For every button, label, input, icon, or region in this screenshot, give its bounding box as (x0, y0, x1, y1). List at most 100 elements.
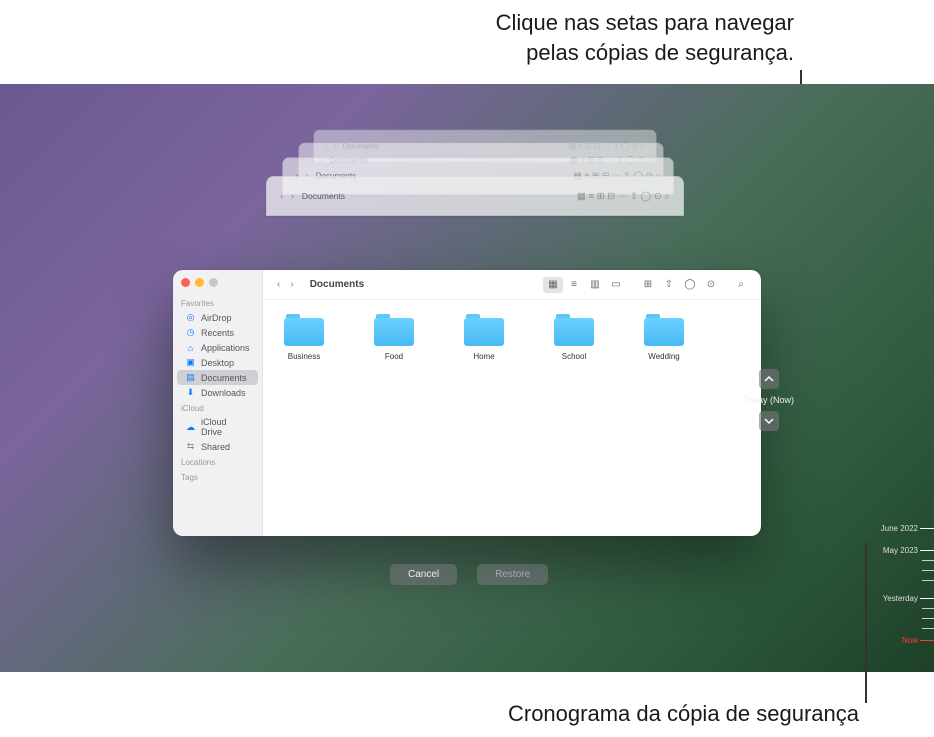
nav-back-button[interactable]: ‹ (273, 277, 284, 292)
sidebar-item-label: Recents (201, 328, 234, 338)
callout-top-arrows: Clique nas setas para navegar pelas cópi… (496, 8, 794, 67)
sidebar-header-tags: Tags (173, 469, 262, 484)
sidebar-header-icloud: iCloud (173, 400, 262, 415)
timeline-tick (922, 608, 934, 609)
timeline-tick (920, 550, 934, 551)
folder-label: Wedding (648, 352, 679, 361)
timeline-tick (922, 618, 934, 619)
sidebar-item-label: Applications (201, 343, 250, 353)
folder-wedding[interactable]: Wedding (635, 314, 693, 361)
sidebar-item-label: iCloud Drive (201, 417, 250, 437)
close-icon[interactable] (181, 278, 190, 287)
apps-icon: ⌂ (185, 342, 196, 353)
timeline-label: Yesterday (883, 594, 918, 603)
sidebar-item-documents[interactable]: ▤ Documents (177, 370, 258, 385)
column-view-button[interactable]: ▥ (585, 277, 605, 293)
timeline-tick (920, 528, 934, 529)
restore-button[interactable]: Restore (477, 564, 548, 585)
sidebar-item-label: AirDrop (201, 313, 232, 323)
timeline-tick (920, 598, 934, 599)
timeline-tick-now (920, 640, 934, 641)
sidebar-item-applications[interactable]: ⌂ Applications (177, 340, 258, 355)
tag-button[interactable]: ◯ (680, 277, 700, 293)
sidebar-item-downloads[interactable]: ⬇ Downloads (177, 385, 258, 400)
callout-text: Clique nas setas para navegar (496, 8, 794, 38)
icon-view-button[interactable]: ▦ (543, 277, 563, 293)
current-backup-label: Today (Now) (743, 395, 794, 405)
timeline-tick (922, 580, 934, 581)
share-button[interactable]: ⇧ (659, 277, 679, 293)
folder-label: Business (288, 352, 320, 361)
action-buttons: ⊞ ⇧ ◯ ⊙ (636, 275, 723, 295)
cancel-button[interactable]: Cancel (390, 564, 457, 585)
callout-text: pelas cópias de segurança. (496, 38, 794, 68)
callout-leader-line (865, 543, 867, 703)
sidebar-header-favorites: Favorites (173, 295, 262, 310)
folder-home[interactable]: Home (455, 314, 513, 361)
finder-window: Favorites ◎ AirDrop ◷ Recents ⌂ Applicat… (173, 270, 761, 536)
callout-bottom-timeline: Cronograma da cópia de segurança (508, 701, 859, 727)
sidebar-item-label: Documents (201, 373, 247, 383)
sidebar-item-desktop[interactable]: ▣ Desktop (177, 355, 258, 370)
finder-main-pane: ‹ › Documents ▦ ≡ ▥ ▭ ⊞ ⇧ ◯ ⊙ ⌕ (263, 270, 761, 536)
nav-up-arrow[interactable] (759, 369, 779, 389)
dialog-actions: Cancel Restore (390, 564, 548, 585)
airdrop-icon: ◎ (185, 312, 196, 323)
zoom-icon[interactable] (209, 278, 218, 287)
timeline-tick (922, 570, 934, 571)
time-machine-desktop: ‹ › Documents ▦ ≡ ⊞ ⊟ ⋯ ⇧ ◯ ⊙ ⌕ ‹ › Docu… (0, 84, 934, 672)
nav-down-arrow[interactable] (759, 411, 779, 431)
more-button[interactable]: ⊙ (701, 277, 721, 293)
timeline-tick (922, 628, 934, 629)
timeline-label: May 2023 (883, 546, 918, 555)
finder-toolbar: ‹ › Documents ▦ ≡ ▥ ▭ ⊞ ⇧ ◯ ⊙ ⌕ (263, 270, 761, 300)
folder-food[interactable]: Food (365, 314, 423, 361)
nav-forward-button[interactable]: › (286, 277, 297, 292)
minimize-icon[interactable] (195, 278, 204, 287)
clock-icon: ◷ (185, 327, 196, 338)
sidebar-item-icloud-drive[interactable]: ☁ iCloud Drive (177, 415, 258, 439)
sidebar-item-label: Shared (201, 442, 230, 452)
ghost-title: Documents (302, 191, 345, 201)
folder-icon (374, 314, 414, 346)
timeline-tick (922, 560, 934, 561)
window-traffic-lights (173, 278, 262, 295)
finder-content[interactable]: Business Food Home School Wedding (263, 300, 761, 536)
folder-label: Home (473, 352, 494, 361)
sidebar-item-airdrop[interactable]: ◎ AirDrop (177, 310, 258, 325)
folder-icon (554, 314, 594, 346)
backup-nav-arrows: Today (Now) (743, 369, 794, 431)
folder-business[interactable]: Business (275, 314, 333, 361)
sidebar-item-recents[interactable]: ◷ Recents (177, 325, 258, 340)
sidebar-header-locations: Locations (173, 454, 262, 469)
chevron-left-icon: ‹ (280, 191, 283, 201)
group-by-button[interactable]: ⊞ (638, 277, 658, 293)
folder-label: Food (385, 352, 403, 361)
search-button[interactable]: ⌕ (731, 277, 751, 293)
gallery-view-button[interactable]: ▭ (606, 277, 626, 293)
chevron-down-icon (764, 416, 774, 426)
desktop-icon: ▣ (185, 357, 196, 368)
folder-icon (284, 314, 324, 346)
shared-icon: ⇆ (185, 441, 196, 452)
chevron-right-icon: › (291, 191, 294, 201)
folder-label: School (562, 352, 586, 361)
window-title: Documents (310, 279, 364, 290)
sidebar-item-label: Downloads (201, 388, 246, 398)
sidebar-item-label: Desktop (201, 358, 234, 368)
download-icon: ⬇ (185, 387, 196, 398)
ghost-window: ‹ › Documents ▦ ≡ ⊞ ⊟ ⋯ ⇧ ◯ ⊙ ⌕ (266, 176, 684, 216)
finder-sidebar: Favorites ◎ AirDrop ◷ Recents ⌂ Applicat… (173, 270, 263, 536)
list-view-button[interactable]: ≡ (564, 277, 584, 293)
timeline-label: June 2022 (881, 524, 918, 533)
chevron-up-icon (764, 374, 774, 384)
folder-icon (464, 314, 504, 346)
backup-timeline[interactable]: June 2022 May 2023 Yesterday Now (864, 524, 934, 664)
folder-school[interactable]: School (545, 314, 603, 361)
folder-icon (644, 314, 684, 346)
ghost-toolbar-icons: ▦ ≡ ⊞ ⊟ ⋯ ⇧ ◯ ⊙ ⌕ (577, 191, 670, 201)
timeline-label-now: Now (902, 636, 918, 645)
cloud-icon: ☁ (185, 422, 196, 433)
sidebar-item-shared[interactable]: ⇆ Shared (177, 439, 258, 454)
callout-text: Cronograma da cópia de segurança (508, 701, 859, 726)
